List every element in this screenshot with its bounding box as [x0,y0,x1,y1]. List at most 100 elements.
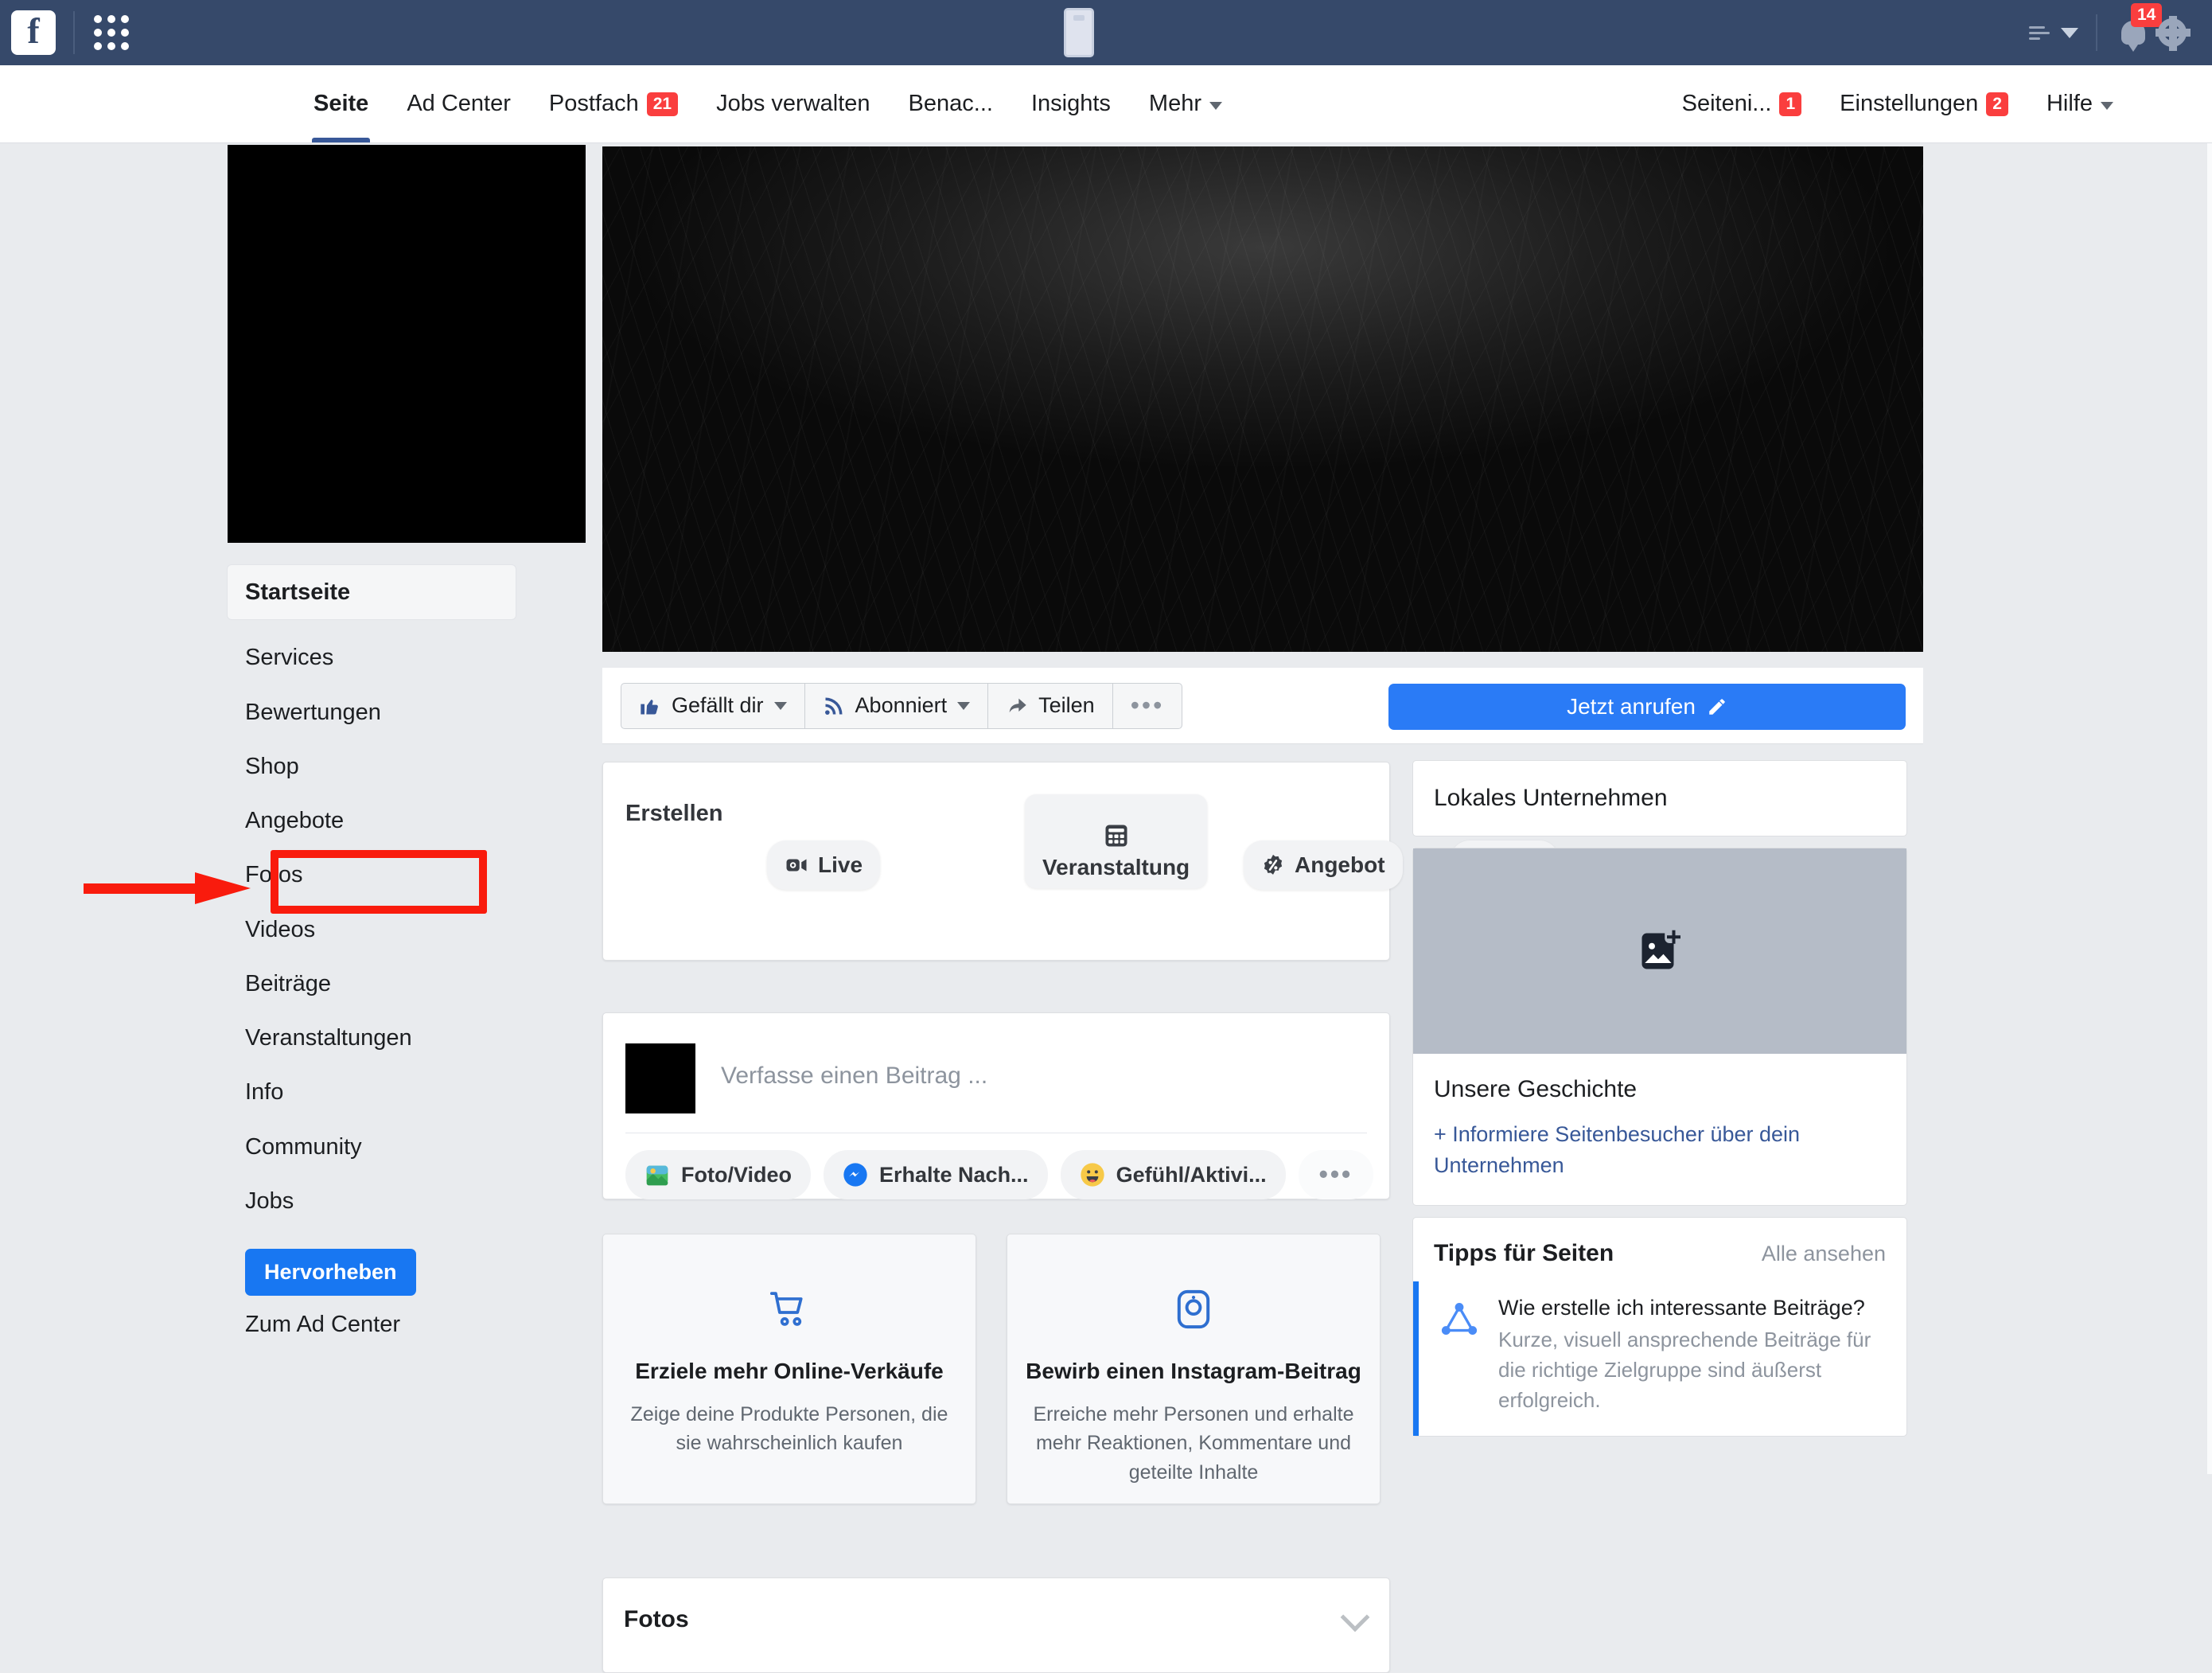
post-input[interactable]: Verfasse einen Beitrag ... [721,1063,987,1090]
tab-insights[interactable]: Insights [1012,65,1130,142]
sidebar-item-startseite[interactable]: Startseite [228,565,516,620]
notifications-bell-icon[interactable]: 14 [2097,3,2163,52]
tab-label: Einstellungen [1840,91,1979,116]
page-tips-title: Tipps für Seiten [1434,1240,1614,1267]
settings-gear-icon[interactable] [2156,16,2191,51]
share-button[interactable]: Teilen [987,682,1113,729]
sidebar-item-bewertungen[interactable]: Bewertungen [228,685,516,739]
messenger-icon [843,1163,867,1187]
tab-seite[interactable]: Seite [294,65,387,142]
live-video-icon [786,859,807,872]
tab-postfach[interactable]: Postfach 21 [530,65,697,142]
photos-section-card: Fotos [602,1577,1390,1673]
promo-title: Erziele mehr Online-Verkäufe [635,1359,944,1383]
promo-card-online-sales[interactable]: Erziele mehr Online-Verkäufe Zeige deine… [602,1234,976,1504]
create-offer-pill[interactable]: Angebot [1244,840,1403,890]
page-nav-bar: Seite Ad Center Postfach 21 Jobs verwalt… [0,65,2212,143]
tab-mehr[interactable]: Mehr [1130,65,1241,142]
chevron-down-icon[interactable] [1340,1602,1370,1632]
share-arrow-icon [1009,698,1026,712]
page-action-button-group: Gefällt dir Abonniert Teilen ••• [621,682,1183,729]
page-tips-see-all-link[interactable]: Alle ansehen [1762,1242,1886,1266]
tip-text-block: Wie erstelle ich interessante Beiträge? … [1498,1294,1886,1415]
page-cover-photo[interactable] [602,146,1923,652]
topbar-divider [73,11,75,54]
create-live-pill[interactable]: Live [767,840,881,890]
sidebar-item-label: Bewertungen [245,699,381,725]
sidebar-item-jobs[interactable]: Jobs [228,1174,516,1228]
more-post-options-button[interactable]: ••• [1298,1150,1374,1199]
follow-button[interactable]: Abonniert [804,682,989,729]
messenger-button[interactable]: Erhalte Nach... [824,1150,1048,1199]
promo-title: Bewirb einen Instagram-Beitrag [1026,1359,1361,1383]
post-composer-card: Verfasse einen Beitrag ... Foto/Video Er… [602,1012,1390,1199]
sidebar-item-label: Jobs [245,1187,294,1214]
facebook-logo-icon[interactable]: f [11,10,56,55]
page-category-label: Lokales Unternehmen [1434,785,1668,811]
sidebar-item-label: Services [245,645,334,671]
tab-benachrichtigungen[interactable]: Benac... [890,65,1012,142]
left-column: Startseite Services Bewertungen Shop Ang… [228,145,586,1338]
shopping-cart-icon [603,1287,976,1336]
tab-label: Insights [1030,91,1111,116]
our-story-link[interactable]: + Informiere Seitenbesucher über dein Un… [1434,1119,1886,1181]
sidebar-item-videos[interactable]: Videos [228,903,516,957]
boost-button[interactable]: Hervorheben [245,1249,416,1296]
page-action-bar: Gefällt dir Abonniert Teilen ••• Jetzt a… [602,668,1923,744]
create-event-pill[interactable]: Veranstaltung [1025,794,1208,888]
share-button-label: Teilen [1038,693,1095,717]
sidebar-item-label: Angebote [245,808,345,833]
more-dots-icon: ••• [1318,1160,1353,1189]
sidebar-item-services[interactable]: Services [228,630,516,684]
rss-feed-icon [824,697,843,715]
sidebar-item-beitraege[interactable]: Beiträge [228,957,516,1011]
action-label: Gefühl/Aktivi... [1116,1162,1267,1187]
sidebar-item-shop[interactable]: Shop [228,739,516,794]
call-now-cta-button[interactable]: Jetzt anrufen [1388,684,1906,730]
photo-video-button[interactable]: Foto/Video [625,1150,811,1199]
tab-hilfe[interactable]: Hilfe [2027,65,2132,142]
tab-label: Benac... [908,91,993,116]
tab-label: Ad Center [407,91,511,116]
vertical-scrollbar[interactable] [2207,143,2212,1474]
topbar-right-cluster: 14 [2029,3,2198,52]
sidebar-item-community[interactable]: Community [228,1120,516,1174]
sidebar-item-fotos[interactable]: Fotos [228,848,516,902]
feeling-activity-button[interactable]: Gefühl/Aktivi... [1060,1150,1286,1199]
action-label: Foto/Video [681,1162,792,1187]
sidebar-item-veranstaltungen[interactable]: Veranstaltungen [228,1011,516,1065]
pencil-edit-icon [1709,699,1725,715]
page-profile-picture[interactable] [228,145,586,543]
sidebar-item-label: Beiträge [245,970,332,996]
tab-einstellungen[interactable]: Einstellungen 2 [1821,65,2027,142]
add-photo-icon [1641,930,1680,969]
calendar-event-icon [1105,825,1127,847]
sidebar-item-info[interactable]: Info [228,1065,516,1119]
tab-label: Seite [313,91,369,116]
mobile-device-icon[interactable] [1064,8,1094,57]
tab-label: Jobs verwalten [716,91,870,116]
sidebar-item-label: Startseite [245,579,351,605]
chevron-down-icon [2101,102,2113,110]
sidebar-item-label: Info [245,1079,284,1106]
tab-jobs-verwalten[interactable]: Jobs verwalten [697,65,889,142]
promo-subtitle: Zeige deine Produkte Personen, die sie w… [630,1403,948,1455]
emoji-feeling-icon [1080,1163,1104,1187]
more-options-button[interactable]: ••• [1112,682,1183,729]
apps-grid-icon[interactable] [94,15,129,50]
tip-subtitle: Kurze, visuell ansprechende Beiträge für… [1498,1328,1871,1412]
tab-seitenintegritaet[interactable]: Seiteni... 1 [1663,65,1821,142]
page-canvas: Startseite Services Bewertungen Shop Ang… [0,143,2212,1673]
like-button[interactable]: Gefällt dir [621,682,805,729]
cta-label: Jetzt anrufen [1567,694,1696,719]
story-image-placeholder[interactable] [1413,848,1906,1054]
sidebar-item-angebote[interactable]: Angebote [228,794,516,848]
tab-ad-center[interactable]: Ad Center [387,65,530,142]
create-pill-label: Veranstaltung [1042,855,1190,879]
chevron-down-icon [1209,102,1222,110]
list-item[interactable]: Wie erstelle ich interessante Beiträge? … [1413,1281,1906,1437]
account-menu-icon[interactable] [2029,25,2096,40]
notification-count-badge: 14 [2131,3,2163,28]
ad-center-link[interactable]: Zum Ad Center [228,1296,516,1338]
promo-card-instagram[interactable]: Bewirb einen Instagram-Beitrag Erreiche … [1007,1234,1381,1504]
